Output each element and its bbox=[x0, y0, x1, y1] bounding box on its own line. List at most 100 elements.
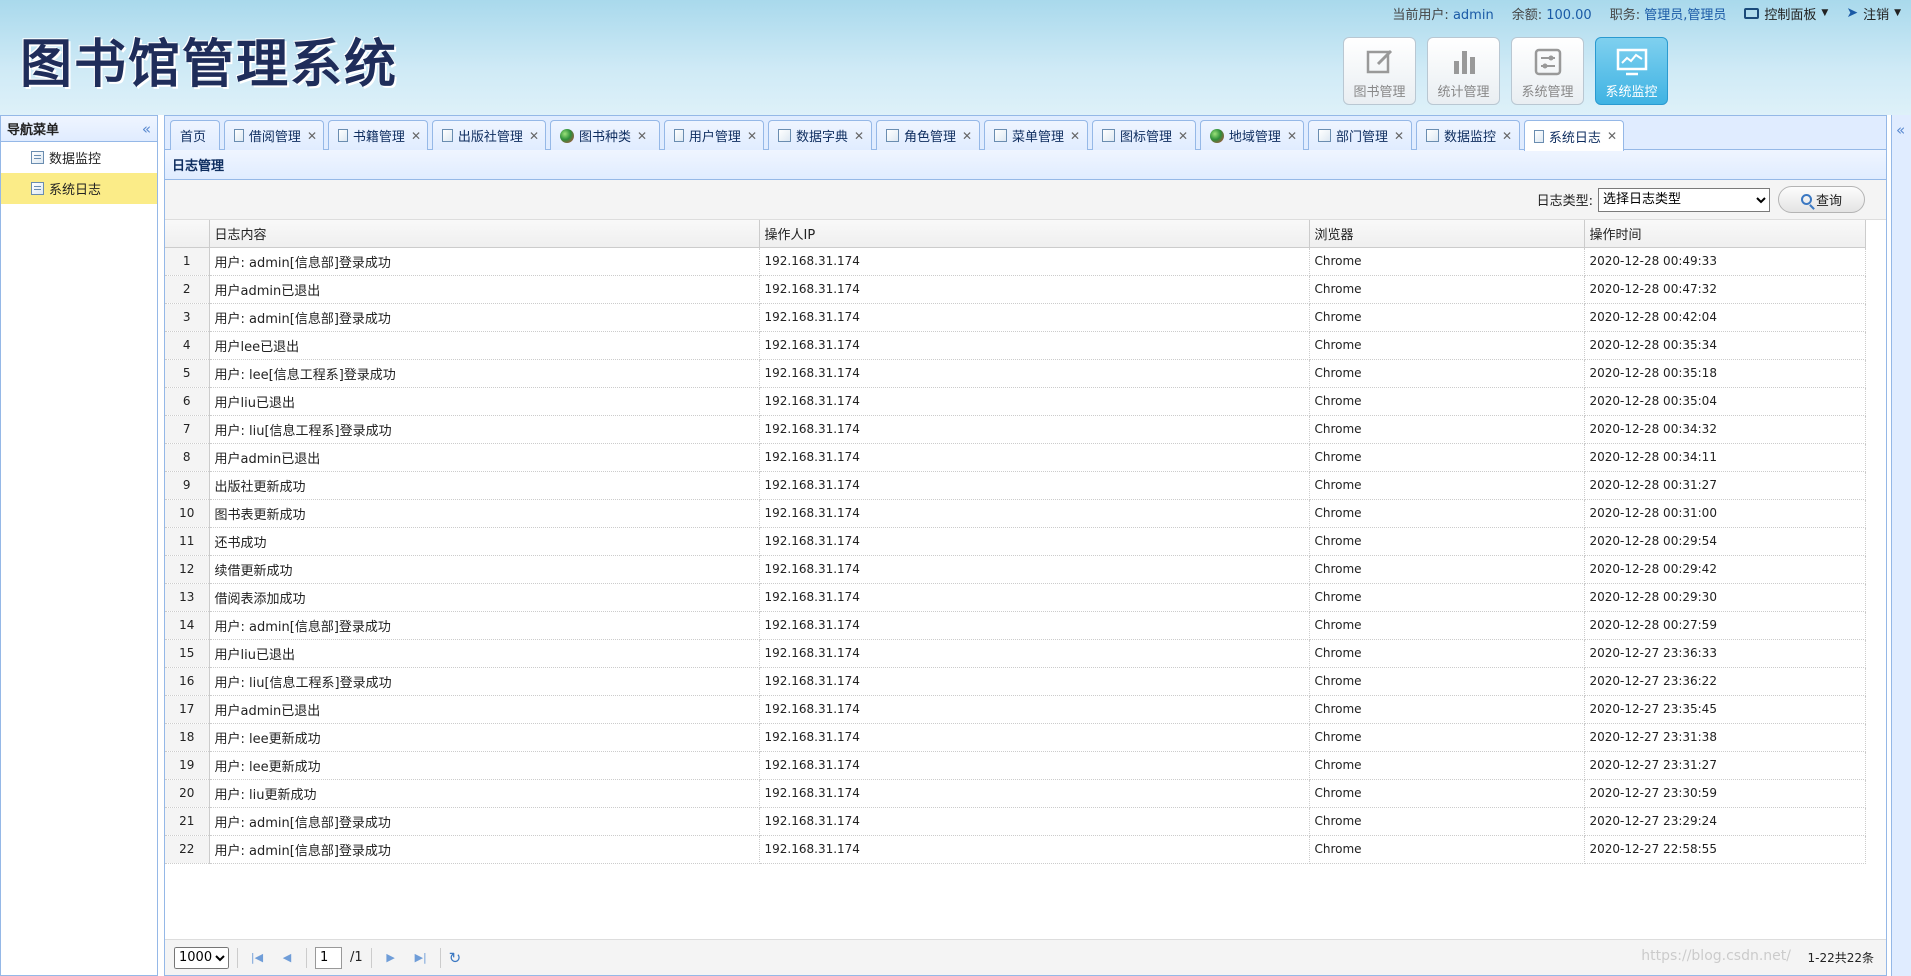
tab-item[interactable]: 系统日志 ✕ bbox=[1524, 120, 1624, 151]
cell-operator-ip: 192.168.31.174 bbox=[759, 499, 1310, 528]
table-row[interactable]: 17 用户admin已退出 192.168.31.174 Chrome 2020-12-… bbox=[165, 695, 1866, 724]
query-button[interactable]: 查询 bbox=[1778, 186, 1865, 213]
globe-icon bbox=[560, 128, 574, 143]
module-book-management[interactable]: 图书管理 bbox=[1343, 37, 1416, 105]
cell-operator-ip: 192.168.31.174 bbox=[759, 443, 1310, 472]
close-tab-icon[interactable]: ✕ bbox=[307, 129, 317, 143]
module-system-monitor[interactable]: 系统监控 bbox=[1595, 37, 1668, 105]
table-row[interactable]: 20 用户: liu更新成功 192.168.31.174 Chrome 2020-12… bbox=[165, 779, 1866, 808]
close-tab-icon[interactable]: ✕ bbox=[1607, 129, 1617, 143]
tab-item[interactable]: 数据监控 ✕ bbox=[1416, 120, 1520, 150]
refresh-icon[interactable]: ↻ bbox=[449, 949, 462, 967]
close-tab-icon[interactable]: ✕ bbox=[962, 129, 972, 143]
collapse-left-icon[interactable]: « bbox=[142, 120, 151, 138]
table-row[interactable]: 13 借阅表添加成功 192.168.31.174 Chrome 2020-12-28 … bbox=[165, 583, 1866, 612]
first-page-icon[interactable]: |◀ bbox=[246, 947, 268, 969]
table-row[interactable]: 16 用户: liu[信息工程系]登录成功 192.168.31.174 Chrome… bbox=[165, 667, 1866, 696]
close-tab-icon[interactable]: ✕ bbox=[1070, 129, 1080, 143]
tab-item[interactable]: 地域管理 ✕ bbox=[1200, 120, 1304, 150]
table-row[interactable]: 12 续借更新成功 192.168.31.174 Chrome 2020-12-28 0… bbox=[165, 555, 1866, 584]
close-tab-icon[interactable]: ✕ bbox=[1502, 129, 1512, 143]
table-row[interactable]: 8 用户admin已退出 192.168.31.174 Chrome 2020-12-2… bbox=[165, 443, 1866, 472]
table-row[interactable]: 18 用户: lee更新成功 192.168.31.174 Chrome 2020-12… bbox=[165, 723, 1866, 752]
table-row[interactable]: 14 用户: admin[信息部]登录成功 192.168.31.174 Chrome… bbox=[165, 611, 1866, 640]
close-tab-icon[interactable]: ✕ bbox=[1287, 129, 1297, 143]
document-icon bbox=[886, 129, 899, 142]
tab-item[interactable]: 用户管理 ✕ bbox=[664, 120, 764, 150]
cell-operator-ip: 192.168.31.174 bbox=[759, 303, 1310, 332]
tab-item[interactable]: 出版社管理 ✕ bbox=[432, 120, 546, 150]
column-header-ip[interactable]: 操作人IP bbox=[759, 220, 1310, 248]
table-row[interactable]: 2 用户admin已退出 192.168.31.174 Chrome 2020-12-2… bbox=[165, 275, 1866, 304]
divider bbox=[370, 947, 372, 968]
collapse-right-icon[interactable]: « bbox=[1896, 121, 1905, 139]
tab-item[interactable]: 部门管理 ✕ bbox=[1308, 120, 1412, 150]
row-number: 10 bbox=[165, 499, 210, 528]
table-row[interactable]: 1 用户: admin[信息部]登录成功 192.168.31.174 Chrome 2… bbox=[165, 247, 1866, 276]
table-row[interactable]: 6 用户liu已退出 192.168.31.174 Chrome 2020-12-28 … bbox=[165, 387, 1866, 416]
row-number: 2 bbox=[165, 275, 210, 304]
table-row[interactable]: 11 还书成功 192.168.31.174 Chrome 2020-12-28 00:… bbox=[165, 527, 1866, 556]
table-row[interactable]: 9 出版社更新成功 192.168.31.174 Chrome 2020-12-28 0… bbox=[165, 471, 1866, 500]
close-tab-icon[interactable]: ✕ bbox=[529, 129, 539, 143]
panel-title: 日志管理 bbox=[165, 150, 1886, 180]
table-row[interactable]: 21 用户: admin[信息部]登录成功 192.168.31.174 Chrome… bbox=[165, 807, 1866, 836]
tab-label: 图书种类 bbox=[579, 130, 632, 145]
table-row[interactable]: 10 图书表更新成功 192.168.31.174 Chrome 2020-12-28 … bbox=[165, 499, 1866, 528]
last-page-icon[interactable]: ▶| bbox=[410, 947, 432, 969]
cell-operation-time: 2020-12-28 00:34:11 bbox=[1584, 443, 1866, 472]
tab-item[interactable]: 图书种类 ✕ bbox=[550, 120, 660, 150]
row-number: 7 bbox=[165, 415, 210, 444]
tab-item[interactable]: 菜单管理 ✕ bbox=[984, 120, 1088, 150]
row-number: 5 bbox=[165, 359, 210, 388]
tab-item[interactable]: 角色管理 ✕ bbox=[876, 120, 980, 150]
tab-label: 首页 bbox=[180, 130, 207, 145]
cell-operator-ip: 192.168.31.174 bbox=[759, 527, 1310, 556]
cell-operation-time: 2020-12-28 00:27:59 bbox=[1584, 611, 1866, 640]
close-tab-icon[interactable]: ✕ bbox=[411, 129, 421, 143]
row-number: 3 bbox=[165, 303, 210, 332]
cell-log-content: 用户: admin[信息部]登录成功 bbox=[209, 611, 760, 640]
caret-down-icon: ▼ bbox=[1894, 8, 1901, 18]
prev-page-icon[interactable]: ◀ bbox=[276, 947, 298, 969]
tab-item[interactable]: 书籍管理 ✕ bbox=[328, 120, 428, 150]
column-header-content[interactable]: 日志内容 bbox=[209, 220, 760, 248]
close-tab-icon[interactable]: ✕ bbox=[637, 129, 647, 143]
column-header-time[interactable]: 操作时间 bbox=[1584, 220, 1866, 248]
column-header-browser[interactable]: 浏览器 bbox=[1309, 220, 1585, 248]
next-page-icon[interactable]: ▶ bbox=[380, 947, 402, 969]
table-row[interactable]: 15 用户liu已退出 192.168.31.174 Chrome 2020-12-27… bbox=[165, 639, 1866, 668]
module-system-management[interactable]: 系统管理 bbox=[1511, 37, 1584, 105]
tab-item[interactable]: 数据字典 ✕ bbox=[768, 120, 872, 150]
module-statistics[interactable]: 统计管理 bbox=[1427, 37, 1500, 105]
cell-log-content: 用户lee已退出 bbox=[209, 331, 760, 360]
tab-home[interactable]: 首页 bbox=[170, 120, 220, 150]
cell-browser: Chrome bbox=[1309, 471, 1585, 500]
table-row[interactable]: 5 用户: lee[信息工程系]登录成功 192.168.31.174 Chrome 2… bbox=[165, 359, 1866, 388]
log-type-select[interactable]: 选择日志类型 bbox=[1598, 187, 1770, 212]
sidebar-item-data-monitor[interactable]: 数据监控 bbox=[1, 142, 157, 173]
close-tab-icon[interactable]: ✕ bbox=[1178, 129, 1188, 143]
table-row[interactable]: 22 用户: admin[信息部]登录成功 192.168.31.174 Chrome… bbox=[165, 835, 1866, 864]
sidebar-item-system-log[interactable]: 系统日志 bbox=[1, 173, 157, 204]
cell-browser: Chrome bbox=[1309, 695, 1585, 724]
page-size-select[interactable]: 1000 bbox=[174, 946, 229, 969]
table-row[interactable]: 19 用户: lee更新成功 192.168.31.174 Chrome 2020-12… bbox=[165, 751, 1866, 780]
close-tab-icon[interactable]: ✕ bbox=[1394, 129, 1404, 143]
table-row[interactable]: 4 用户lee已退出 192.168.31.174 Chrome 2020-12-28 … bbox=[165, 331, 1866, 360]
close-tab-icon[interactable]: ✕ bbox=[854, 129, 864, 143]
cell-browser: Chrome bbox=[1309, 359, 1585, 388]
close-tab-icon[interactable]: ✕ bbox=[747, 129, 757, 143]
tab-item[interactable]: 图标管理 ✕ bbox=[1092, 120, 1196, 150]
table-row[interactable]: 7 用户: liu[信息工程系]登录成功 192.168.31.174 Chrome 2… bbox=[165, 415, 1866, 444]
control-panel-menu[interactable]: 控制面板 ▼ bbox=[1744, 4, 1828, 23]
balance: 余额: 100.00 bbox=[1511, 7, 1592, 23]
tab-item[interactable]: 借阅管理 ✕ bbox=[224, 120, 324, 150]
camera-icon bbox=[1744, 7, 1760, 19]
app-header: 图书馆管理系统 当前用户: admin 余额: 100.00 职务: 管理员,管… bbox=[0, 0, 1911, 115]
row-number: 22 bbox=[165, 835, 210, 864]
table-row[interactable]: 3 用户: admin[信息部]登录成功 192.168.31.174 Chrome 2… bbox=[165, 303, 1866, 332]
page-number-input[interactable] bbox=[315, 946, 342, 969]
logout-menu[interactable]: ➤ 注销 ▼ bbox=[1846, 4, 1901, 23]
cell-log-content: 续借更新成功 bbox=[209, 555, 760, 584]
